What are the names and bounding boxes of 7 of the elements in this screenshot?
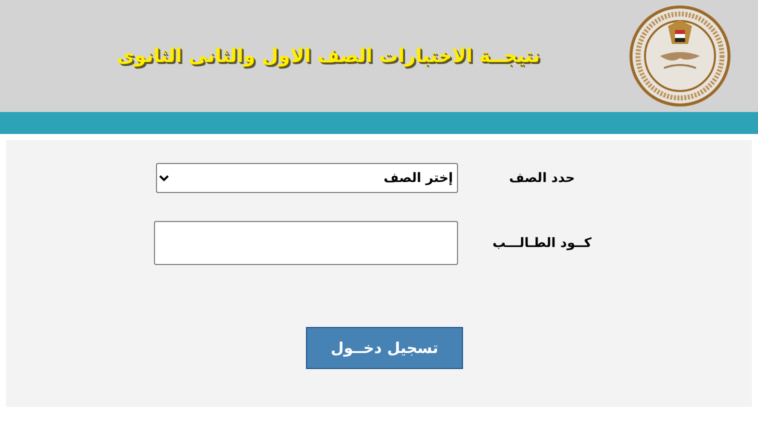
login-button[interactable]: تسجيل دخــول	[306, 327, 463, 369]
student-code-field[interactable]	[154, 221, 458, 265]
grade-select[interactable]: إختر الصف	[156, 163, 458, 193]
emblem-icon	[628, 4, 732, 108]
field-label: كــود الطـالـــب	[491, 236, 593, 250]
page-title: نتيجــة الاختبارات الصف الاول والثانى الثانوى	[116, 45, 540, 67]
field-label: حدد الصف	[508, 170, 576, 186]
